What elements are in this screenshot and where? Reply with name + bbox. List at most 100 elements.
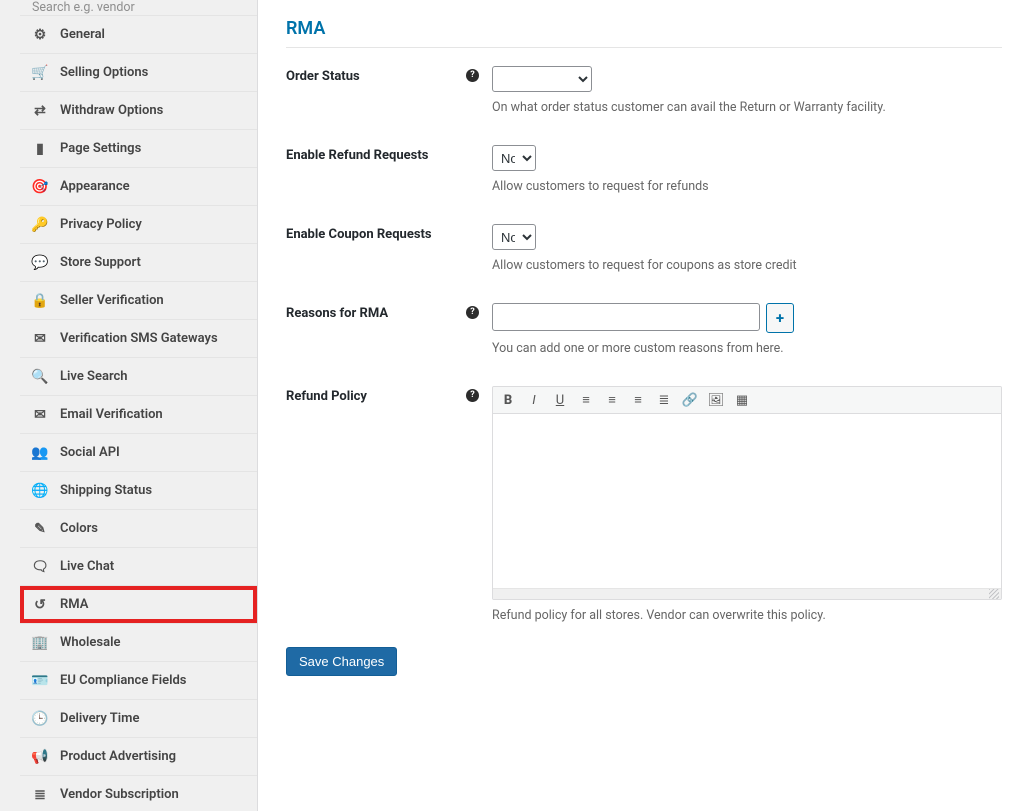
undo-icon: ↺ xyxy=(32,597,48,613)
refund-policy-editor: BIU ≡ ≡ ≡ ≣ 🔗 🖼 ▦ xyxy=(492,386,1002,600)
sidebar-item-live-chat[interactable]: 🗨 Live Chat xyxy=(20,548,257,586)
sidebar-item-store-support[interactable]: 💬 Store Support xyxy=(20,244,257,282)
search-input[interactable]: Search e.g. vendor xyxy=(20,0,257,16)
clock-icon: 🕒 xyxy=(32,711,48,727)
chat-icon: 💬 xyxy=(32,255,48,271)
reason-input[interactable] xyxy=(492,303,760,331)
bold-icon[interactable]: B xyxy=(499,389,517,411)
sidebar-item-label: Shipping Status xyxy=(60,483,247,498)
refund-policy-textarea[interactable] xyxy=(493,414,1001,588)
save-changes-button[interactable]: Save Changes xyxy=(286,647,397,676)
link-icon[interactable]: 🔗 xyxy=(681,389,699,411)
bubble-icon: 🗨 xyxy=(32,559,48,575)
sidebar-item-product-advertising[interactable]: 📢 Product Advertising xyxy=(20,738,257,776)
hint-reasons-rma: You can add one or more custom reasons f… xyxy=(492,341,1002,356)
order-status-select[interactable] xyxy=(492,66,592,92)
settings-sidebar: Search e.g. vendor ⚙General 🛒 Selling Opti… xyxy=(0,0,258,811)
resize-handle[interactable] xyxy=(493,588,1001,599)
sidebar-item-label: Email Verification xyxy=(60,407,247,422)
sidebar-item-withdraw-options[interactable]: ⇄ Withdraw Options xyxy=(20,92,257,130)
italic-icon[interactable]: I xyxy=(525,389,543,411)
transfer-icon: ⇄ xyxy=(32,103,48,119)
sidebar-item-label: Page Settings xyxy=(60,141,247,156)
help-icon[interactable]: ? xyxy=(466,389,479,402)
sidebar-item-label: EU Compliance Fields xyxy=(60,673,247,688)
label-reasons-rma: Reasons for RMA xyxy=(286,303,466,321)
image-icon[interactable]: 🖼 xyxy=(707,389,725,411)
label-enable-refund: Enable Refund Requests xyxy=(286,145,466,163)
hint-order-status: On what order status customer can avail … xyxy=(492,100,1002,115)
label-refund-policy: Refund Policy xyxy=(286,386,466,404)
sidebar-item-delivery-time[interactable]: 🕒 Delivery Time xyxy=(20,700,257,738)
sidebar-item-label: Live Search xyxy=(60,369,247,384)
sidebar-item-label: Social API xyxy=(60,445,247,460)
sidebar-item-label: Wholesale xyxy=(60,635,247,650)
hint-enable-coupon: Allow customers to request for coupons a… xyxy=(492,258,1002,273)
row-refund-policy: Refund Policy ? BIU ≡ ≡ ≡ ≣ 🔗 🖼 ▦ Refund policy… xyxy=(286,386,1002,623)
sidebar-item-label: Privacy Policy xyxy=(60,217,247,232)
label-order-status: Order Status xyxy=(286,66,466,84)
enable-coupon-select[interactable]: No xyxy=(492,224,536,250)
title-divider xyxy=(286,47,1002,48)
add-reason-button[interactable]: + xyxy=(766,303,794,333)
sidebar-item-live-search[interactable]: 🔍 Live Search xyxy=(20,358,257,396)
sidebar-item-label: Selling Options xyxy=(60,65,247,80)
sidebar-item-label: Delivery Time xyxy=(60,711,247,726)
align-center-icon[interactable]: ≡ xyxy=(603,389,621,411)
sidebar-item-page-settings[interactable]: ▮ Page Settings xyxy=(20,130,257,168)
hint-enable-refund: Allow customers to request for refunds xyxy=(492,179,1002,194)
help-icon[interactable]: ? xyxy=(466,306,479,319)
page-icon: ▮ xyxy=(32,141,48,157)
sidebar-item-label: Product Advertising xyxy=(60,749,247,764)
sidebar-item-label: Withdraw Options xyxy=(60,103,247,118)
sidebar-item-label: Seller Verification xyxy=(60,293,247,308)
sidebar-item-general[interactable]: ⚙General xyxy=(20,16,257,54)
gear-icon: ⚙ xyxy=(32,27,48,43)
sidebar-item-label: RMA xyxy=(60,597,247,612)
list-icon: ≣ xyxy=(32,787,48,803)
sidebar-item-seller-verification[interactable]: 🔒Seller Verification xyxy=(20,282,257,320)
sidebar-item-verification-sms-gateways[interactable]: ✉ Verification SMS Gateways xyxy=(20,320,257,358)
brush-icon: ✎ xyxy=(32,521,48,537)
label-enable-coupon: Enable Coupon Requests xyxy=(286,224,466,242)
row-order-status: Order Status ? On what order status cust… xyxy=(286,66,1002,115)
search-icon: 🔍 xyxy=(32,369,48,385)
sidebar-item-eu-compliance-fields[interactable]: 🪪EU Compliance Fields xyxy=(20,662,257,700)
enable-refund-select[interactable]: No xyxy=(492,145,536,171)
sidebar-item-selling-options[interactable]: 🛒 Selling Options xyxy=(20,54,257,92)
pin-icon: 🎯 xyxy=(32,179,48,195)
sidebar-item-label: Store Support xyxy=(60,255,247,270)
sidebar-item-vendor-subscription[interactable]: ≣ Vendor Subscription xyxy=(20,776,257,811)
fullscreen-icon[interactable]: ▦ xyxy=(733,389,751,411)
main-panel: RMA Order Status ? On what order status … xyxy=(258,0,1024,811)
sidebar-item-label: Live Chat xyxy=(60,559,247,574)
sidebar-item-label: Verification SMS Gateways xyxy=(60,331,247,346)
cart-icon: 🛒 xyxy=(32,65,48,81)
sidebar-item-privacy-policy[interactable]: 🔑 Privacy Policy xyxy=(20,206,257,244)
sidebar-item-social-api[interactable]: 👥Social API xyxy=(20,434,257,472)
sidebar-item-colors[interactable]: ✎Colors xyxy=(20,510,257,548)
sidebar-item-email-verification[interactable]: ✉ Email Verification xyxy=(20,396,257,434)
row-reasons-rma: Reasons for RMA ? + You can add one or m… xyxy=(286,303,1002,356)
sidebar-item-shipping-status[interactable]: 🌐 Shipping Status xyxy=(20,472,257,510)
page-title: RMA xyxy=(286,18,1002,39)
row-enable-coupon: Enable Coupon Requests No Allow customer… xyxy=(286,224,1002,273)
help-icon[interactable]: ? xyxy=(466,69,479,82)
sidebar-item-label: Appearance xyxy=(60,179,247,194)
key-icon: 🔑 xyxy=(32,217,48,233)
mail-icon: ✉ xyxy=(32,331,48,347)
building-icon: 🏢 xyxy=(32,635,48,651)
globe-icon: 🌐 xyxy=(32,483,48,499)
underline-icon[interactable]: U xyxy=(551,389,569,411)
sidebar-item-rma[interactable]: ↺ RMA xyxy=(20,586,257,624)
align-right-icon[interactable]: ≡ xyxy=(629,389,647,411)
row-enable-refund: Enable Refund Requests No Allow customer… xyxy=(286,145,1002,194)
sidebar-item-label: Vendor Subscription xyxy=(60,787,247,802)
align-justify-icon[interactable]: ≣ xyxy=(655,389,673,411)
sidebar-item-appearance[interactable]: 🎯 Appearance xyxy=(20,168,257,206)
align-left-icon[interactable]: ≡ xyxy=(577,389,595,411)
hint-refund-policy: Refund policy for all stores. Vendor can… xyxy=(492,608,1002,623)
megaphone-icon: 📢 xyxy=(32,749,48,765)
envelope-icon: ✉ xyxy=(32,407,48,423)
sidebar-item-wholesale[interactable]: 🏢 Wholesale xyxy=(20,624,257,662)
